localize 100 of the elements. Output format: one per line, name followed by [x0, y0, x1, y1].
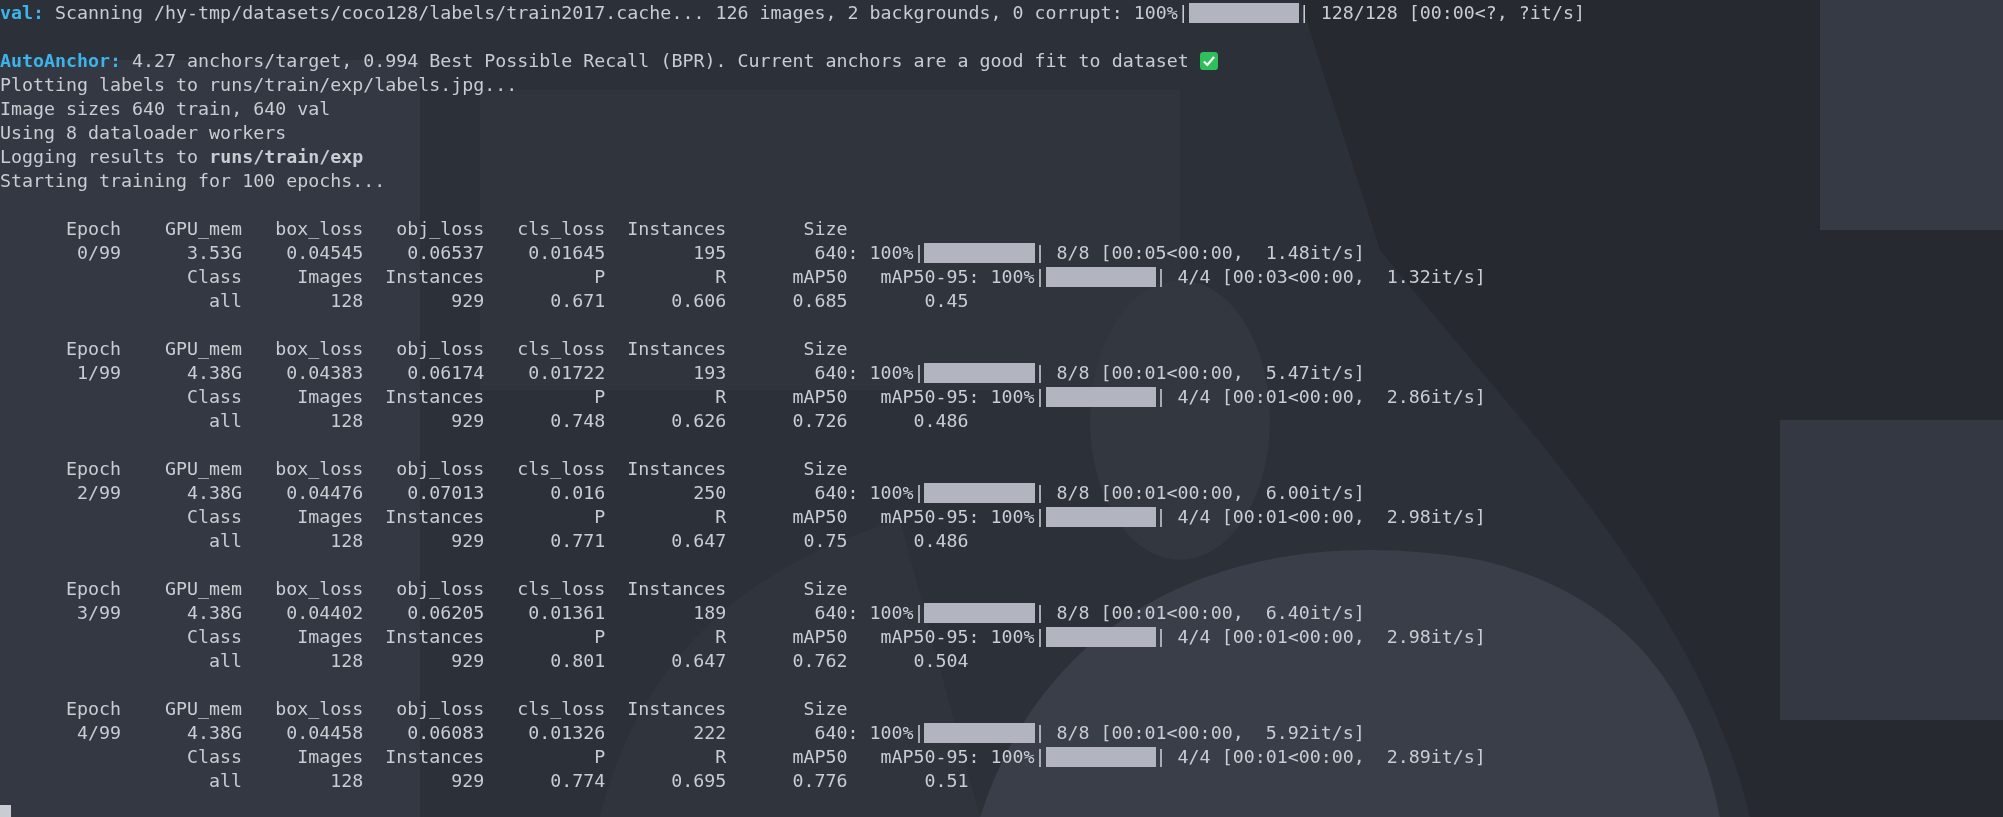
table-header-cell: Images: [297, 385, 364, 409]
table-header-cell: Size: [803, 457, 848, 481]
table-header-cell: GPU_mem: [165, 337, 243, 361]
table-header-cell: Size: [803, 697, 848, 721]
table-cell: 640: [814, 361, 848, 385]
log-line: Image sizes 640 train, 640 val: [0, 97, 331, 121]
table-cell: 0.726: [792, 409, 848, 433]
table-cell: 0/99: [77, 241, 122, 265]
table-cell: 0.06205: [407, 601, 485, 625]
progress-stats: | 8/8 [00:01<00:00, 6.00it/s]: [1034, 481, 1365, 505]
table-cell: 0.774: [550, 769, 606, 793]
table-header-cell: GPU_mem: [165, 697, 243, 721]
table-header-cell: obj_loss: [396, 577, 485, 601]
table-cell: 0.01722: [528, 361, 606, 385]
table-cell: 0.801: [550, 649, 606, 673]
table-header-cell: Instances: [627, 337, 727, 361]
log-line: Plotting labels to runs/train/exp/labels.jpg...: [0, 73, 518, 97]
table-header-cell: R: [715, 265, 727, 289]
table-cell: 0.06174: [407, 361, 485, 385]
table-header-cell: box_loss: [275, 337, 364, 361]
table-header-cell: Images: [297, 265, 364, 289]
table-cell: 189: [693, 601, 727, 625]
table-cell: 0.01361: [528, 601, 606, 625]
log-line: Scanning /hy-tmp/datasets/coco128/labels/train2017.cache... 126 images, 2 backgrounds, 0 corrupt: 100%|: [55, 1, 1189, 25]
progress-percent: : 100%|: [847, 721, 925, 745]
progress-stats: | 8/8 [00:01<00:00, 5.92it/s]: [1034, 721, 1365, 745]
progress-percent: : 100%|: [847, 601, 925, 625]
log-line: Starting training for 100 epochs...: [0, 169, 386, 193]
table-header-cell: Images: [297, 625, 364, 649]
table-cell: 0.01645: [528, 241, 606, 265]
log-line: 4.27 anchors/target, 0.994 Best Possible Recall (BPR). Current anchors are a good fit to dataset: [132, 49, 1189, 73]
table-header-cell: Images: [297, 745, 364, 769]
table-cell: 0.06537: [407, 241, 485, 265]
table-cell: 0.04545: [286, 241, 364, 265]
progress-stats: | 8/8 [00:01<00:00, 5.47it/s]: [1034, 361, 1365, 385]
table-cell: 1/99: [77, 361, 122, 385]
table-cell: 0.671: [550, 289, 606, 313]
table-header-cell: P: [594, 505, 606, 529]
table-cell: 0.06083: [407, 721, 485, 745]
table-cell: 0.04476: [286, 481, 364, 505]
table-cell: 4.38G: [187, 481, 243, 505]
table-header-cell: cls_loss: [517, 217, 606, 241]
log-label: val:: [0, 1, 45, 25]
table-header-cell: Instances: [627, 577, 727, 601]
table-header-cell: mAP50: [792, 625, 848, 649]
table-cell: 929: [451, 649, 485, 673]
table-cell: 0.016: [550, 481, 606, 505]
table-header-cell: Size: [803, 217, 848, 241]
table-header-cell: box_loss: [275, 457, 364, 481]
table-cell: 0.762: [792, 649, 848, 673]
table-cell: 222: [693, 721, 727, 745]
table-cell: 0.685: [792, 289, 848, 313]
table-header-cell: R: [715, 625, 727, 649]
table-header-cell: GPU_mem: [165, 577, 243, 601]
table-cell: 929: [451, 529, 485, 553]
table-cell: 0.51: [924, 769, 969, 793]
table-cell: 0.776: [792, 769, 848, 793]
table-cell: 0.04383: [286, 361, 364, 385]
log-label: AutoAnchor:: [0, 49, 122, 73]
table-header-cell: Instances: [627, 457, 727, 481]
table-cell: 0.695: [671, 769, 727, 793]
table-header-cell: mAP50-95: [880, 265, 969, 289]
table-header-cell: R: [715, 385, 727, 409]
table-cell: 128: [330, 289, 364, 313]
table-header-cell: Instances: [385, 625, 485, 649]
table-header-cell: cls_loss: [517, 697, 606, 721]
table-header-cell: P: [594, 625, 606, 649]
progress-stats: | 4/4 [00:03<00:00, 1.32it/s]: [1155, 265, 1486, 289]
progress-percent: : 100%|: [968, 385, 1046, 409]
table-header-cell: cls_loss: [517, 337, 606, 361]
table-cell: 0.07013: [407, 481, 485, 505]
table-header-cell: GPU_mem: [165, 457, 243, 481]
progress-percent: : 100%|: [847, 241, 925, 265]
table-header-cell: cls_loss: [517, 457, 606, 481]
table-header-cell: Epoch: [66, 577, 122, 601]
table-header-cell: Epoch: [66, 217, 122, 241]
table-cell: all: [209, 289, 243, 313]
table-header-cell: mAP50-95: [880, 625, 969, 649]
progress-stats: | 4/4 [00:01<00:00, 2.98it/s]: [1155, 505, 1486, 529]
log-line: Using 8 dataloader workers: [0, 121, 287, 145]
table-cell: 4.38G: [187, 361, 243, 385]
table-header-cell: R: [715, 505, 727, 529]
progress-stats: | 8/8 [00:05<00:00, 1.48it/s]: [1034, 241, 1365, 265]
table-cell: 250: [693, 481, 727, 505]
progress-stats: | 8/8 [00:01<00:00, 6.40it/s]: [1034, 601, 1365, 625]
table-cell: all: [209, 769, 243, 793]
table-header-cell: obj_loss: [396, 337, 485, 361]
progress-percent: : 100%|: [968, 265, 1046, 289]
table-cell: 640: [814, 601, 848, 625]
table-cell: all: [209, 409, 243, 433]
table-cell: 0.486: [913, 409, 969, 433]
table-cell: 3/99: [77, 601, 122, 625]
table-header-cell: GPU_mem: [165, 217, 243, 241]
table-header-cell: obj_loss: [396, 457, 485, 481]
table-header-cell: Epoch: [66, 697, 122, 721]
table-header-cell: box_loss: [275, 217, 364, 241]
table-header-cell: obj_loss: [396, 697, 485, 721]
table-header-cell: box_loss: [275, 697, 364, 721]
table-cell: 640: [814, 721, 848, 745]
table-header-cell: Class: [187, 625, 243, 649]
